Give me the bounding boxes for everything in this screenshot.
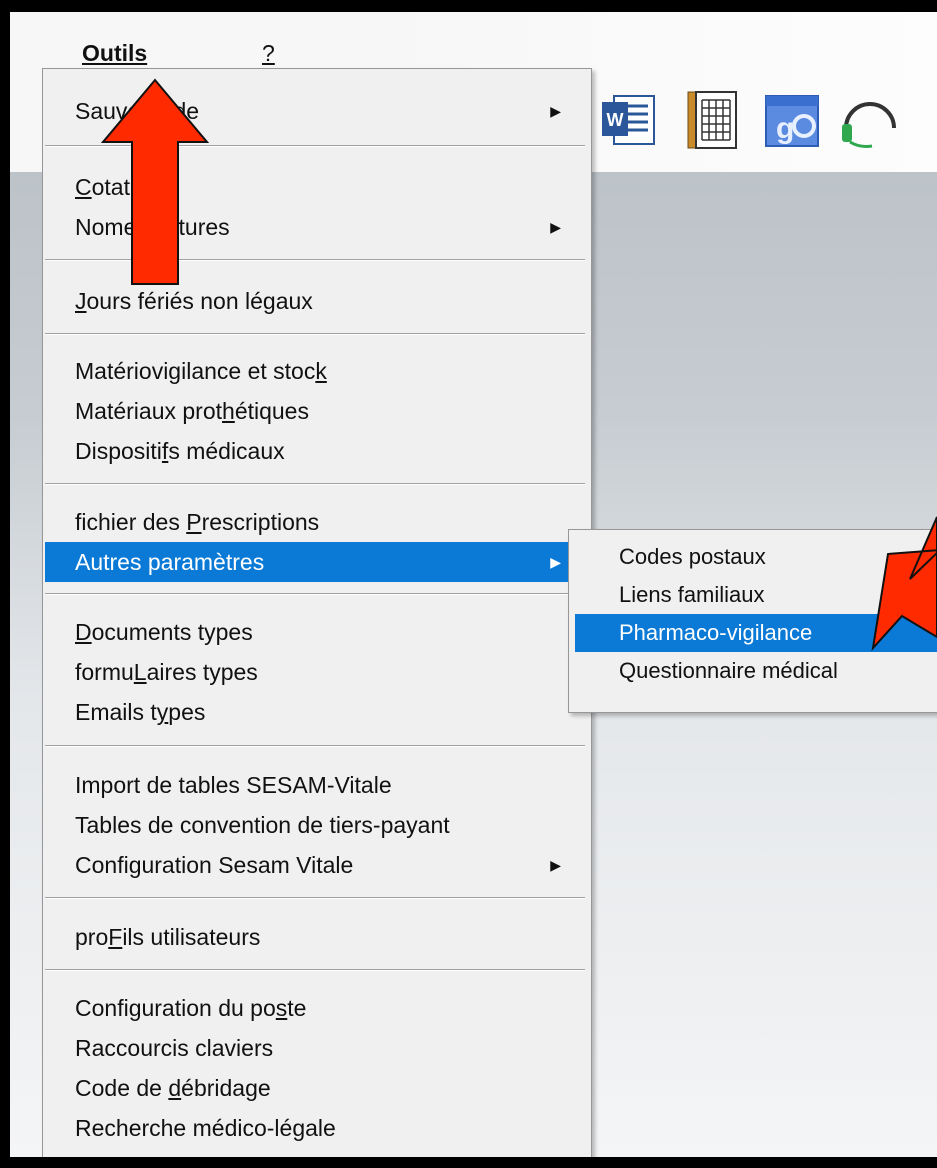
down-left-arrow-annotation <box>871 516 937 652</box>
annotation-arrows <box>100 78 937 652</box>
app-window: Outils ? W g ▶ C Nom ▶ Jours fériés non … <box>10 12 937 1157</box>
up-arrow-annotation <box>100 78 210 285</box>
